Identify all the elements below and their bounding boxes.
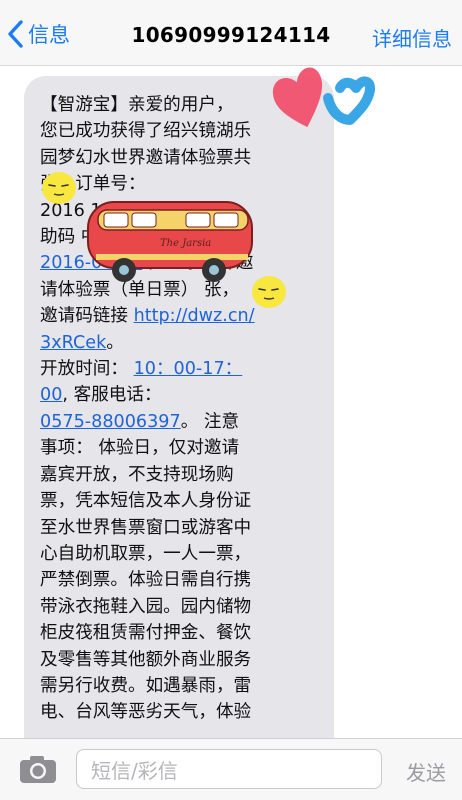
message-line: 00, 客服电话： [40, 382, 322, 408]
message-line: 及零售等其他额外商业服务 [40, 647, 322, 673]
message-text: 心自助机取票，一人一票， [40, 543, 252, 564]
message-text: 【智游宝】亲爱的用户， [40, 95, 234, 115]
message-line: 电、台风等恶劣天气，体验 [40, 699, 322, 725]
message-text: 柜皮筏租赁需付押金、餐饮 [40, 623, 252, 644]
blue-heart-icon [323, 76, 376, 125]
message-text: 园梦幻水世界邀请体验票共 [40, 147, 252, 168]
message-line: 带泳衣拖鞋入园。园内储物 [40, 594, 322, 620]
compose-bar: 短信/彩信 发送 [0, 738, 462, 800]
navigation-bar: 信息 10690999124114 详细信息 [0, 0, 462, 66]
message-text: 事项： 体验日，仅对邀请 [40, 438, 240, 459]
message-line: 嘉宾开放，不支持现场购 [40, 462, 322, 488]
message-line: 开放时间： 10：00-17： [40, 356, 322, 382]
bus-sticker: The Jarsia [87, 201, 253, 282]
message-text: 您已成功获得了绍兴镜湖乐 [40, 121, 252, 142]
hearts-sticker [272, 67, 376, 128]
message-text: 邀请码链接 [40, 306, 134, 327]
message-link[interactable]: 00 [40, 385, 62, 405]
message-line: 园梦幻水世界邀请体验票共 [40, 145, 322, 171]
message-input[interactable]: 短信/彩信 [76, 749, 382, 789]
message-text: 。 注意 [180, 411, 240, 432]
back-label: 信息 [28, 23, 70, 47]
chevron-left-icon [8, 20, 23, 48]
message-input-placeholder: 短信/彩信 [91, 758, 178, 783]
message-text: 需另行收费。如遇暴雨，雷 [40, 675, 252, 696]
camera-icon [20, 756, 56, 783]
message-body: 【智游宝】亲爱的用户， 您已成功获得了绍兴镜湖乐 园梦幻水世界邀请体验票共 张。订单… [40, 92, 322, 726]
message-link[interactable]: 10：00-17： [134, 359, 243, 379]
message-line: 需另行收费。如遇暴雨，雷 [40, 673, 322, 699]
message-text: 票，凭本短信及本人身份证 [40, 491, 252, 512]
message-text: 严禁倒票。体验日需自行携 [40, 570, 252, 591]
message-line: 0575-88006397。 注意 [40, 409, 322, 435]
message-line: 至水世界售票窗口或游客中 [40, 515, 322, 541]
message-text: 。 [106, 332, 124, 353]
message-text: , 客服电话： [62, 385, 162, 406]
message-text: 至水世界售票窗口或游客中 [40, 517, 252, 538]
message-text: 开放时间： [40, 359, 134, 380]
smiley-sticker-icon [42, 172, 76, 204]
back-button[interactable]: 信息 [6, 14, 70, 54]
messages-screen: 信息 10690999124114 详细信息 【智游宝】亲爱的用户， 您已成功获得… [0, 0, 462, 800]
message-line: 3xRCek。 [40, 330, 322, 356]
message-thread[interactable]: 【智游宝】亲爱的用户， 您已成功获得了绍兴镜湖乐 园梦幻水世界邀请体验票共 张。订单… [0, 66, 462, 738]
message-line: 事项： 体验日，仅对邀请 [40, 435, 322, 461]
sender-number-title: 10690999124114 [131, 23, 331, 47]
message-text: 及零售等其他额外商业服务 [40, 649, 252, 670]
message-text: 带泳衣拖鞋入园。园内储物 [40, 596, 252, 617]
message-link[interactable]: http://dwz.cn/ [134, 306, 255, 326]
details-button[interactable]: 详细信息 [372, 23, 452, 52]
message-link[interactable]: 0575-88006397 [40, 412, 181, 432]
message-text: 嘉宾开放，不支持现场购 [40, 464, 234, 485]
bus-label: The Jarsia [160, 238, 211, 249]
message-line: 心自助机取票，一人一票， [40, 541, 322, 567]
camera-button[interactable] [18, 753, 58, 785]
message-line: 柜皮筏租赁需付押金、餐饮 [40, 620, 322, 646]
send-button[interactable]: 发送 [406, 757, 446, 786]
message-line: 严禁倒票。体验日需自行携 [40, 567, 322, 593]
message-text: 电、台风等恶劣天气，体验 [40, 702, 252, 723]
message-link[interactable]: 3xRCek [40, 333, 106, 353]
message-line: 票，凭本短信及本人身份证 [40, 488, 322, 514]
